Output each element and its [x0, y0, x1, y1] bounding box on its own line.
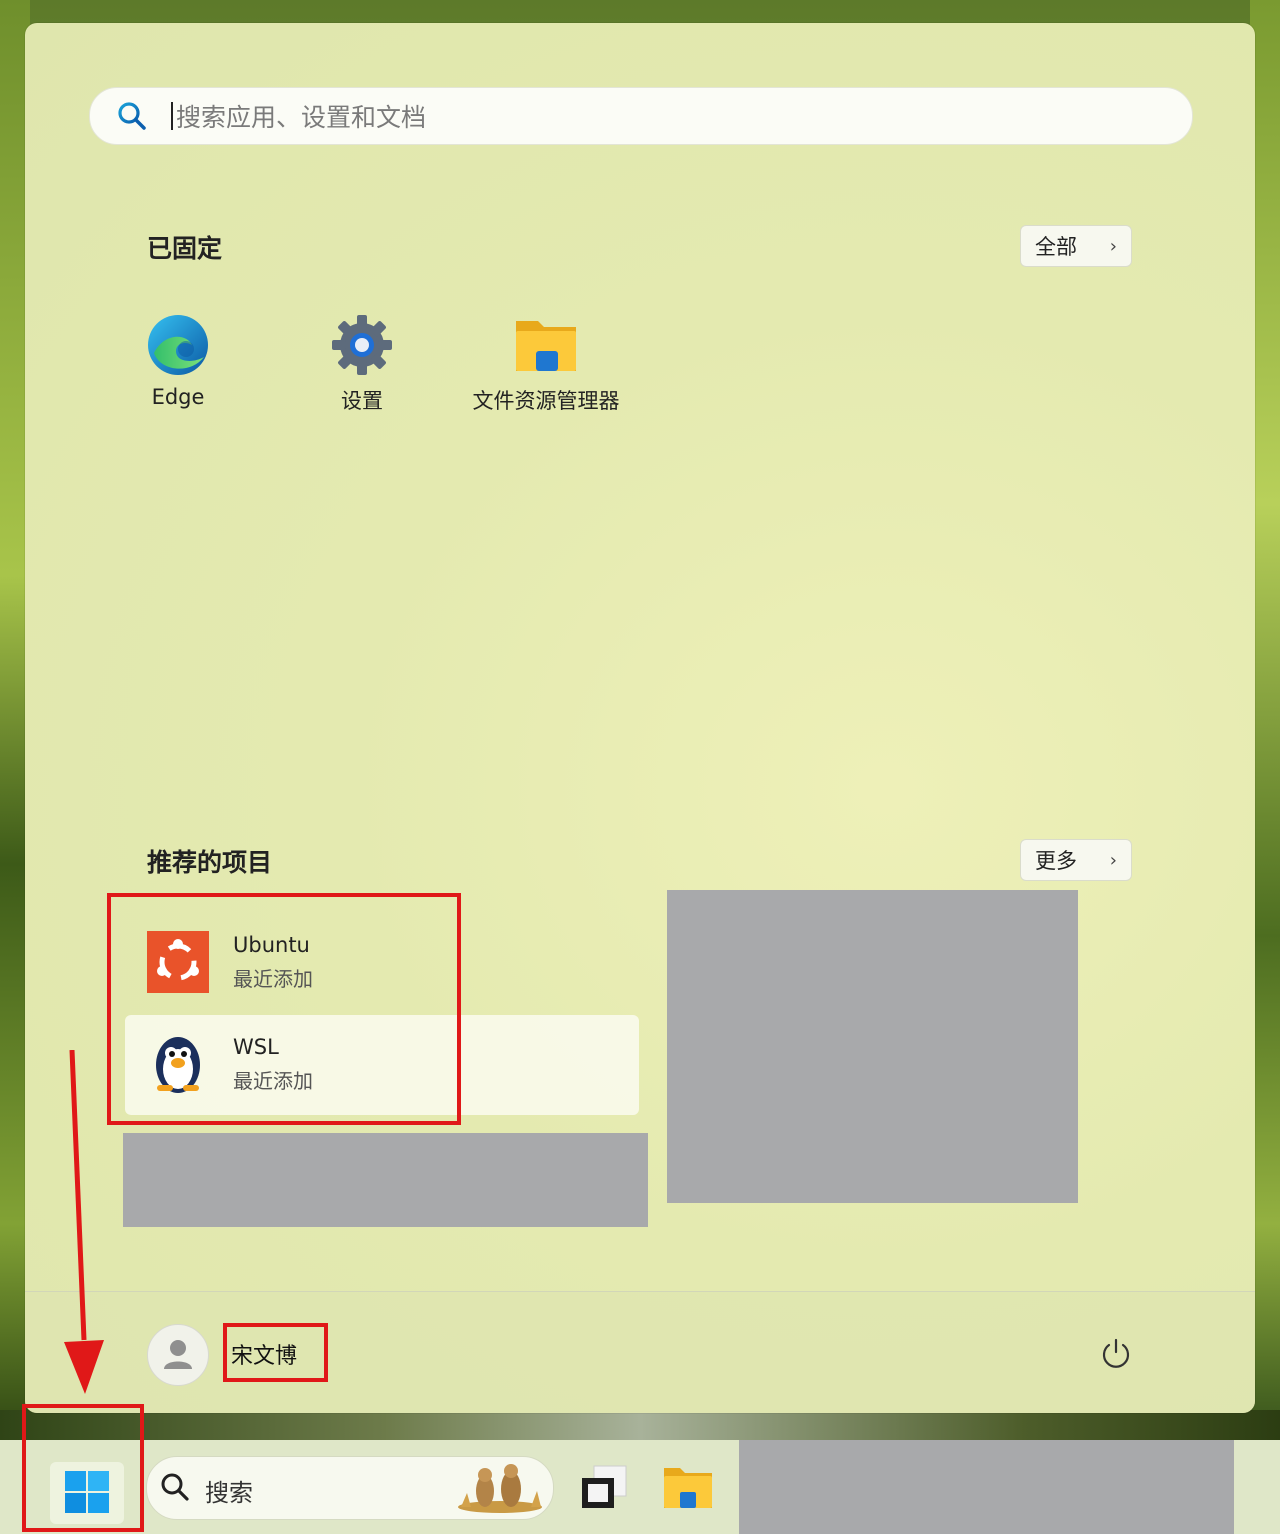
pinned-app-label: Edge: [151, 385, 205, 409]
edge-icon: [146, 313, 210, 377]
search-highlight-meerkats-icon: [458, 1464, 542, 1513]
user-icon: [164, 1340, 192, 1369]
red-arrow-annotation: [64, 1050, 104, 1394]
chevron-right-icon: ›: [1109, 849, 1117, 871]
pinned-app-file-explorer[interactable]: 文件资源管理器: [471, 313, 621, 433]
taskbar-search[interactable]: 搜索: [146, 1456, 554, 1520]
task-view-icon[interactable]: [580, 1464, 628, 1510]
pinned-app-edge[interactable]: Edge: [103, 313, 253, 433]
highlight-box-username: [223, 1323, 328, 1382]
start-search-box[interactable]: [89, 87, 1193, 145]
all-apps-button[interactable]: 全部 ›: [1020, 225, 1132, 267]
all-apps-label: 全部: [1035, 235, 1077, 259]
pinned-app-label: 文件资源管理器: [472, 389, 620, 413]
start-menu-footer: 宋文博: [25, 1291, 1255, 1413]
taskbar-search-label: 搜索: [205, 1479, 253, 1507]
highlight-box-start-button: [22, 1404, 144, 1532]
text-caret: [171, 102, 173, 130]
user-avatar[interactable]: [147, 1324, 209, 1386]
taskbar: 搜索: [0, 1404, 1280, 1534]
file-explorer-icon: [514, 313, 578, 377]
power-icon[interactable]: [1099, 1336, 1133, 1370]
start-menu: 已固定 全部 › Edge: [25, 23, 1255, 1413]
pinned-app-label: 设置: [341, 389, 383, 413]
search-icon: [118, 102, 146, 130]
pinned-app-settings[interactable]: 设置: [287, 313, 437, 433]
search-icon: [161, 1473, 189, 1501]
search-input[interactable]: [174, 96, 1078, 138]
settings-gear-icon: [330, 313, 394, 377]
more-label: 更多: [1035, 849, 1077, 873]
redacted-recommended-item: [123, 1133, 648, 1227]
highlight-box-recommended: [107, 893, 461, 1125]
more-button[interactable]: 更多 ›: [1020, 839, 1132, 881]
redacted-recommended-item: [667, 890, 1078, 1203]
recommended-section-title: 推荐的项目: [147, 848, 273, 877]
chevron-right-icon: ›: [1109, 235, 1117, 257]
pinned-section-title: 已固定: [147, 234, 223, 263]
file-explorer-taskbar-icon[interactable]: [664, 1464, 712, 1508]
redacted-taskbar-apps: [739, 1440, 1234, 1534]
